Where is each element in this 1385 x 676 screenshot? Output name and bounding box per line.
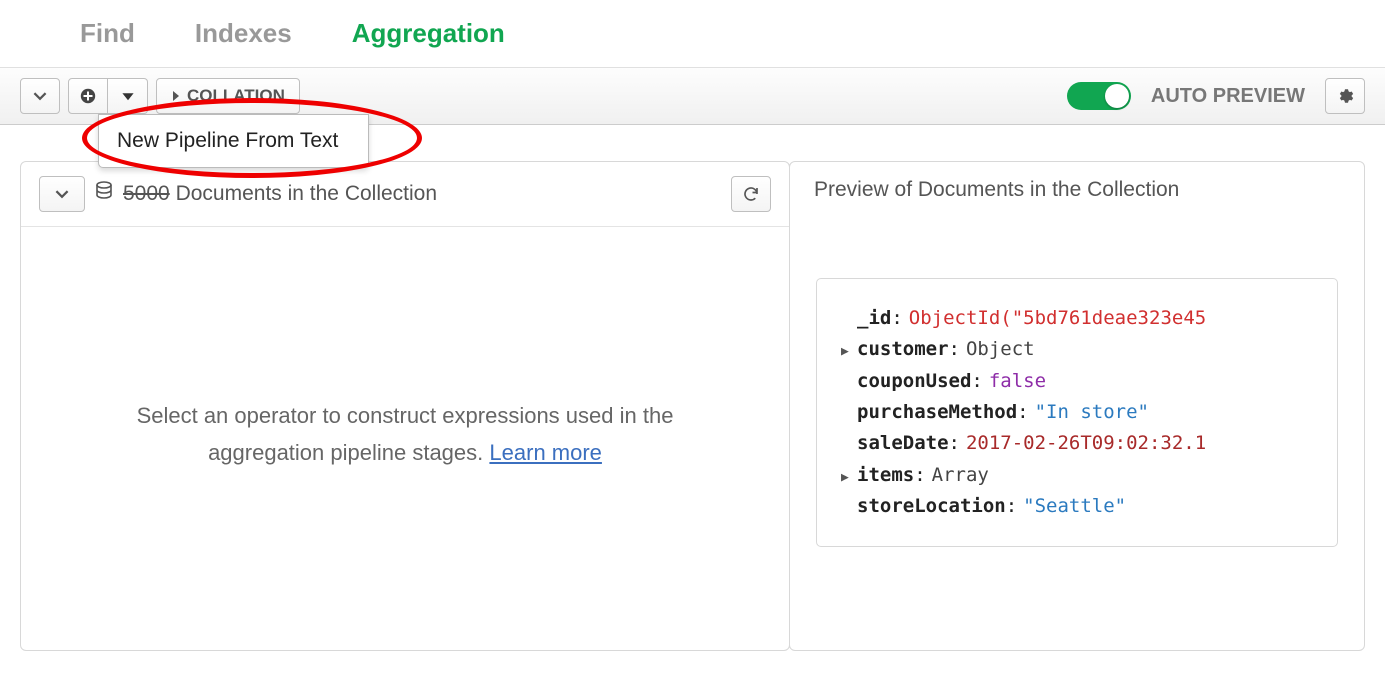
caret-right-icon — [171, 90, 181, 102]
history-dropdown-button[interactable] — [20, 78, 60, 114]
expand-icon[interactable]: ▶ — [841, 341, 857, 362]
collation-button[interactable]: COLLATION — [156, 78, 300, 114]
tab-aggregation[interactable]: Aggregation — [352, 18, 505, 49]
collation-label: COLLATION — [187, 86, 285, 106]
menu-item-new-pipeline-from-text[interactable]: New Pipeline From Text — [99, 115, 368, 167]
main-content: 5000 Documents in the Collection Select … — [0, 125, 1385, 671]
preview-pane: Preview of Documents in the Collection _… — [789, 161, 1365, 651]
gear-icon — [1336, 87, 1354, 105]
refresh-button[interactable] — [731, 176, 771, 212]
refresh-icon — [742, 185, 760, 203]
toolbar: COLLATION AUTO PREVIEW New Pipeline From… — [0, 68, 1385, 125]
collapse-stage-button[interactable] — [39, 176, 85, 212]
pipeline-controls — [68, 78, 148, 114]
auto-preview-toggle[interactable] — [1067, 82, 1131, 110]
settings-button[interactable] — [1325, 78, 1365, 114]
auto-preview-label: AUTO PREVIEW — [1151, 85, 1305, 108]
tab-find[interactable]: Find — [80, 18, 135, 49]
preview-title: Preview of Documents in the Collection — [790, 162, 1364, 218]
chevron-down-icon — [33, 89, 47, 103]
preview-document: _id:ObjectId("5bd761deae323e45 ▶customer… — [816, 278, 1338, 547]
pipeline-dropdown-menu: New Pipeline From Text — [98, 114, 369, 168]
learn-more-link[interactable]: Learn more — [489, 440, 602, 465]
stage-placeholder: Select an operator to construct expressi… — [21, 227, 789, 472]
add-pipeline-button[interactable] — [68, 78, 108, 114]
plus-circle-icon — [79, 87, 97, 105]
pipeline-stage-pane: 5000 Documents in the Collection Select … — [20, 161, 790, 651]
database-icon — [95, 181, 113, 207]
document-count: 5000 Documents in the Collection — [123, 182, 437, 206]
tab-bar: Find Indexes Aggregation — [0, 0, 1385, 68]
stage-header: 5000 Documents in the Collection — [21, 162, 789, 227]
expand-icon[interactable]: ▶ — [841, 467, 857, 488]
caret-down-icon — [121, 89, 135, 103]
pipeline-menu-button[interactable] — [108, 78, 148, 114]
chevron-down-icon — [55, 187, 69, 201]
tab-indexes[interactable]: Indexes — [195, 18, 292, 49]
